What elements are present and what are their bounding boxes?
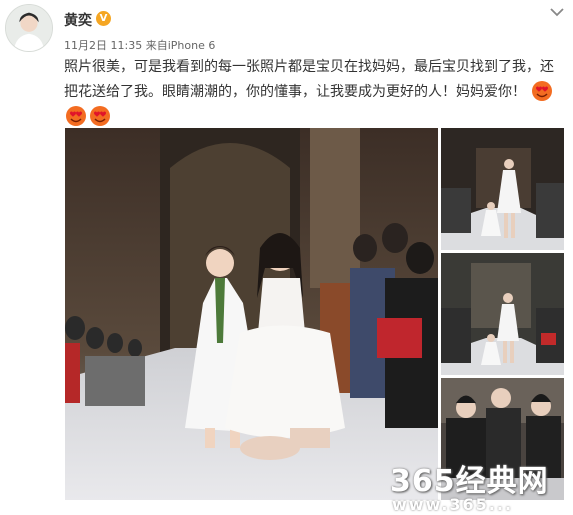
post-text-line: 照片很美，可是我看到的每一张照片都是宝贝在找妈妈，最后宝贝找到了我，还 xyxy=(64,55,564,80)
main-photo[interactable] xyxy=(65,128,438,500)
chevron-down-icon[interactable] xyxy=(549,6,565,18)
post-text-segment: 把花送给了我。眼睛潮潮的，你的懂事，让我要成为更好的人！妈妈爱你！ xyxy=(64,84,526,100)
heart-eyes-emoji-icon xyxy=(532,81,553,101)
post-meta: 11月2日 11:35 来自iPhone 6 xyxy=(64,37,215,53)
verified-badge-icon: V xyxy=(96,11,111,26)
watermark-brand: 365经典网 xyxy=(390,464,549,499)
post-date[interactable]: 11月2日 11:35 xyxy=(64,39,142,52)
avatar[interactable] xyxy=(5,4,53,52)
thumbnail-photo[interactable] xyxy=(441,128,564,250)
author-name[interactable]: 黄奕 xyxy=(64,10,92,30)
thumbnail-photo[interactable] xyxy=(441,253,564,375)
heart-eyes-emoji-icon xyxy=(90,106,110,126)
watermark-url: www.365... xyxy=(392,495,514,514)
post-text-segment: 照片很美，可是我看到的每一张照片都是宝贝在找妈妈，最后宝贝找到了我，还 xyxy=(64,59,554,75)
post-text: 照片很美，可是我看到的每一张照片都是宝贝在找妈妈，最后宝贝找到了我，还 把花送给… xyxy=(64,55,564,130)
post-text-line xyxy=(64,105,564,130)
heart-eyes-emoji-icon xyxy=(66,106,86,126)
post-source[interactable]: iPhone 6 xyxy=(168,39,216,52)
source-prefix: 来自 xyxy=(145,39,168,52)
post-text-line: 把花送给了我。眼睛潮潮的，你的懂事，让我要成为更好的人！妈妈爱你！ xyxy=(64,80,564,105)
